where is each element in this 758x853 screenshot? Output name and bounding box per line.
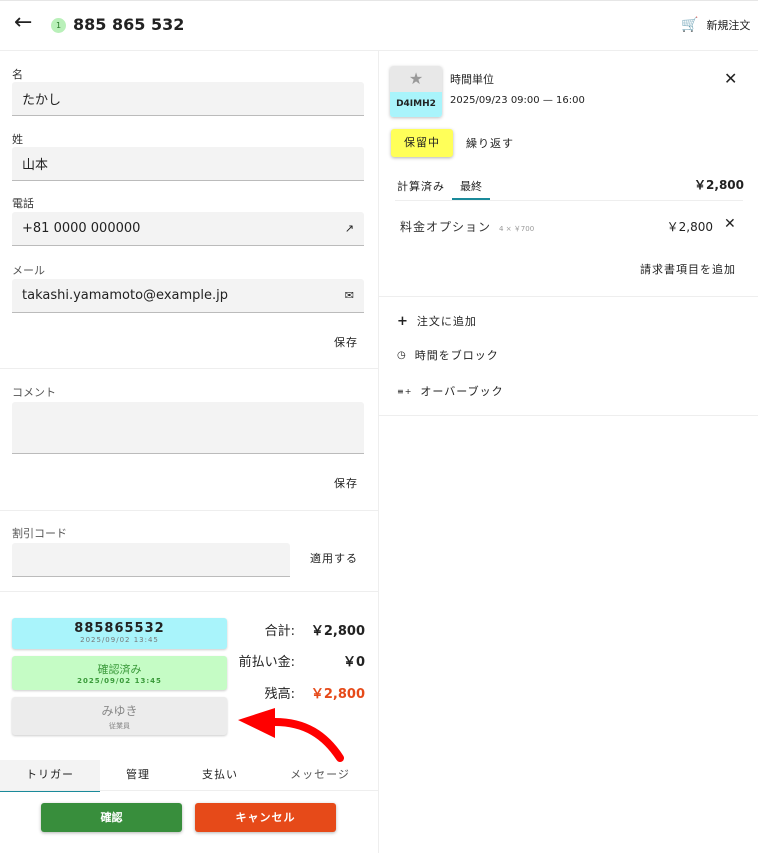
line-item-price: ￥2,800: [666, 220, 713, 234]
email-field[interactable]: takashi.yamamoto@example.jp ✉: [12, 279, 364, 313]
tab-calculated[interactable]: 計算済み: [397, 178, 445, 194]
mail-icon[interactable]: ✉: [345, 289, 354, 302]
confirmed-status-card[interactable]: 確認済み 2025/09/02 13:45: [12, 656, 227, 690]
first-name-label: 名: [12, 68, 23, 81]
clock-icon: ◷: [397, 349, 407, 361]
remove-line-item-icon[interactable]: ✕: [724, 216, 736, 232]
tab-total: ￥2,800: [694, 178, 744, 192]
order-number: 885 865 532: [73, 15, 185, 34]
tab-messages[interactable]: メッセージ: [270, 760, 370, 790]
booking-datetime: 2025/09/23 09:00 — 16:00: [450, 95, 585, 106]
save-comment-button[interactable]: 保存: [334, 475, 358, 491]
phone-field[interactable]: +81 0000 000000 ↗: [12, 212, 364, 246]
prepaid-label: 前払い金:: [238, 655, 295, 670]
email-label: メール: [12, 264, 45, 277]
save-customer-button[interactable]: 保存: [334, 334, 358, 350]
pending-status-button[interactable]: 保留中: [391, 129, 453, 157]
close-booking-icon[interactable]: ✕: [724, 69, 737, 88]
order-count-badge: 1: [51, 18, 66, 33]
total-label: 合計:: [264, 624, 295, 639]
prepaid-value: ￥0: [342, 655, 365, 670]
tab-payments[interactable]: 支払い: [170, 760, 270, 790]
back-button[interactable]: ←: [14, 12, 32, 34]
comment-label: コメント: [12, 386, 56, 399]
external-link-icon[interactable]: ↗: [345, 222, 354, 235]
menu-block-time[interactable]: ◷ 時間をブロック: [397, 347, 499, 363]
line-item-detail: 4 × ￥700: [499, 225, 535, 233]
cart-icon: 🛒: [681, 17, 699, 33]
cancel-button[interactable]: キャンセル: [195, 803, 336, 832]
menu-overbook[interactable]: ≡+ オーバーブック: [397, 383, 504, 399]
last-name-label: 姓: [12, 133, 23, 146]
booking-title: 時間単位: [450, 73, 494, 86]
menu-add-to-order[interactable]: + 注文に追加: [397, 313, 477, 329]
last-name-field[interactable]: 山本: [12, 147, 364, 181]
discount-label: 割引コード: [12, 527, 67, 540]
tab-final[interactable]: 最終: [452, 178, 490, 200]
discount-code-input[interactable]: [12, 543, 290, 577]
line-item[interactable]: 料金オプション 4 × ￥700: [400, 218, 534, 235]
confirm-button[interactable]: 確認: [41, 803, 182, 832]
tab-triggers[interactable]: トリガー: [0, 760, 100, 792]
total-value: ￥2,800: [310, 624, 365, 639]
new-order-button[interactable]: 🛒 新規注文: [681, 17, 750, 33]
apply-discount-button[interactable]: 適用する: [310, 550, 358, 566]
list-add-icon: ≡+: [397, 386, 413, 396]
phone-label: 電話: [12, 197, 34, 210]
plus-icon: +: [397, 313, 409, 329]
comment-textarea[interactable]: [12, 402, 364, 454]
booking-thumbnail[interactable]: ★ D4IMH2: [390, 66, 442, 117]
employee-card[interactable]: みゆき 従業員: [12, 697, 227, 735]
column-divider: [378, 50, 379, 853]
line-item-name: 料金オプション: [400, 220, 492, 234]
star-icon: ★: [390, 66, 442, 92]
add-invoice-item-button[interactable]: 請求書項目を追加: [640, 261, 736, 277]
first-name-field[interactable]: たかし: [12, 82, 364, 116]
order-number-card[interactable]: 885865532 2025/09/02 13:45: [12, 618, 227, 649]
repeat-button[interactable]: 繰り返す: [466, 135, 514, 151]
